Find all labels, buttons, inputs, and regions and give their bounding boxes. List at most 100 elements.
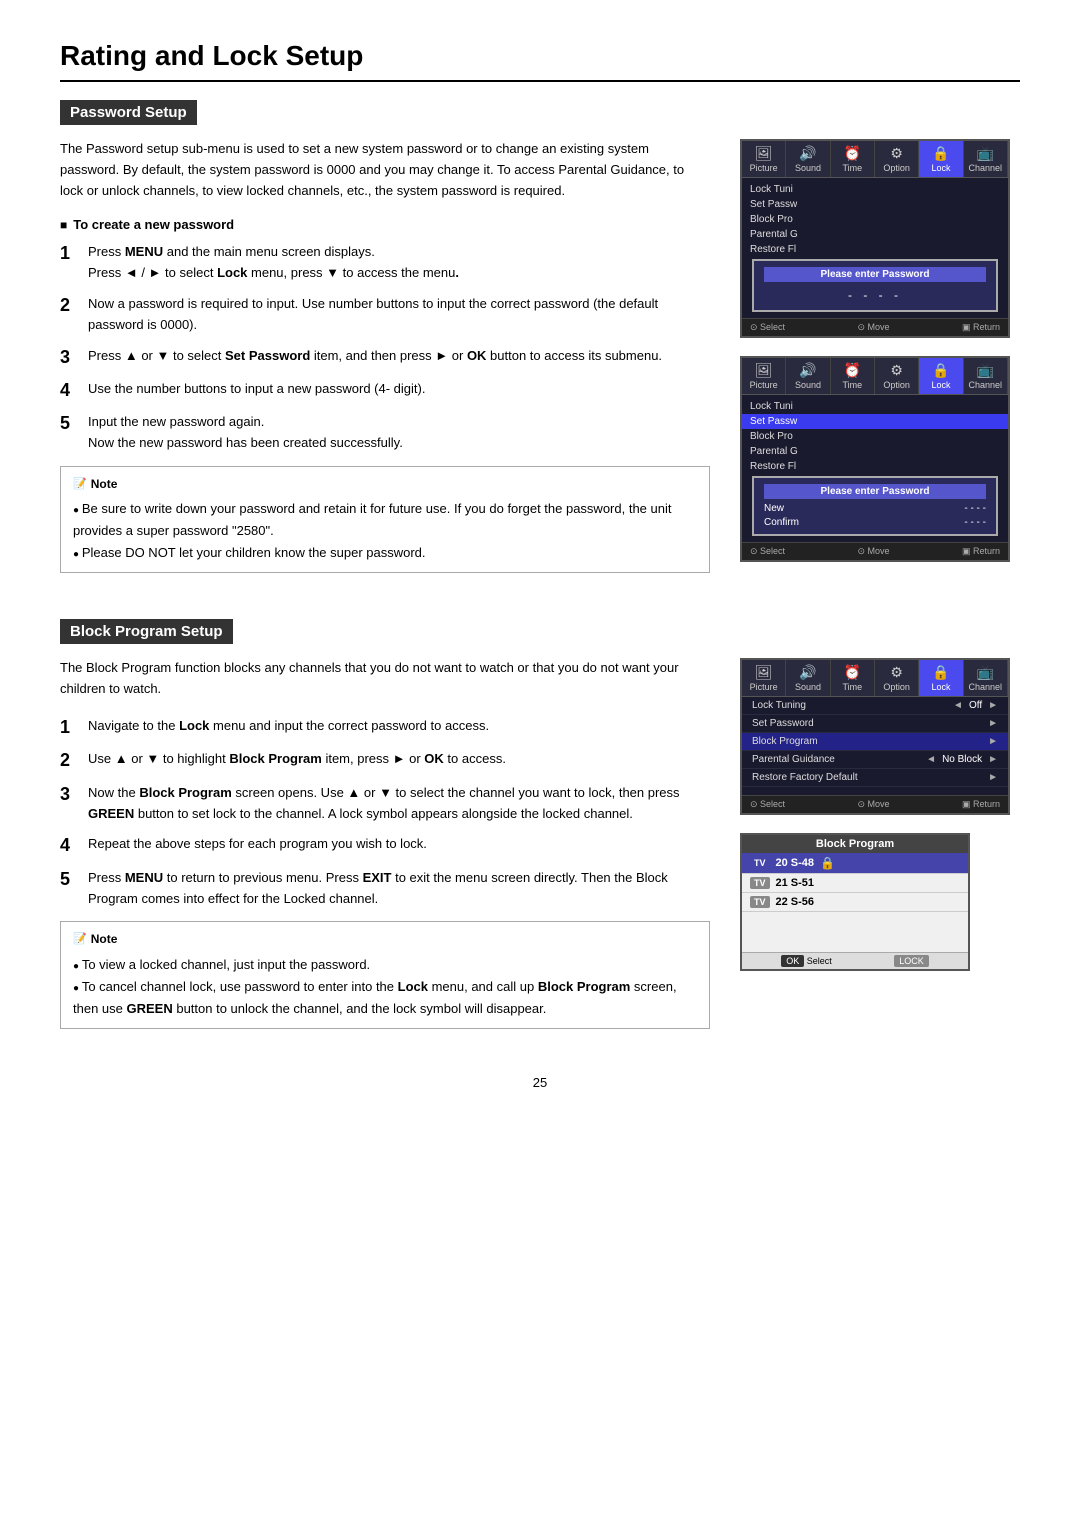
block-step-4-text: Repeat the above steps for each program … <box>88 834 710 857</box>
menu-sound-3: 🔊Sound <box>786 660 830 696</box>
step-5-num: 5 <box>60 412 78 454</box>
password-popup-2: Please enter Password New - - - - Confir… <box>752 476 998 536</box>
tv-bottom-3: ⊙ Select ⊙ Move ▣ Return <box>742 795 1008 813</box>
bp-tag-1: TV <box>750 857 770 869</box>
bottom-return-3: ▣ Return <box>962 799 1000 810</box>
tv-menu-bar-3: 🖼Picture 🔊Sound ⏰Time ⚙Option 🔒Lock 📺Cha… <box>742 660 1008 697</box>
lock-item-1-4: Parental G <box>742 227 1008 242</box>
lock-item-2-1: Lock Tuni <box>742 399 1008 414</box>
bottom-return-2: ▣ Return <box>962 546 1000 557</box>
bp-channel-screen: Block Program TV 20 S-48 🔒 TV 21 S-51 TV… <box>740 833 970 971</box>
popup-title-1: Please enter Password <box>764 267 986 282</box>
block-steps: 1 Navigate to the Lock menu and input th… <box>60 716 710 909</box>
menu-option-3: ⚙Option <box>875 660 919 696</box>
menu-picture-1: 🖼Picture <box>742 141 786 177</box>
step-1-num: 1 <box>60 242 78 284</box>
block-step-4: 4 Repeat the above steps for each progra… <box>60 834 710 857</box>
bp-screen-title: Block Program <box>742 835 968 853</box>
step-5-text: Input the new password again. Now the ne… <box>88 412 710 454</box>
block-step-3-num: 3 <box>60 783 78 825</box>
set-password-item: Set Password ► <box>742 715 1008 733</box>
step-3: 3 Press ▲ or ▼ to select Set Password it… <box>60 346 710 369</box>
menu-picture-2: 🖼Picture <box>742 358 786 394</box>
step-3-text: Press ▲ or ▼ to select Set Password item… <box>88 346 710 369</box>
password-steps: 1 Press MENU and the main menu screen di… <box>60 242 710 454</box>
block-note-title: Note <box>73 930 697 949</box>
bp-ok-btn[interactable]: OK Select <box>781 956 832 966</box>
menu-lock-2: 🔒Lock <box>919 358 963 394</box>
password-setup-title: Password Setup <box>60 100 197 125</box>
parental-guidance-item: Parental Guidance ◄ No Block ► <box>742 751 1008 769</box>
tv-menu-body-1: Lock Tuni Set Passw Block Pro Parental G… <box>742 178 1008 318</box>
menu-time-1: ⏰Time <box>831 141 875 177</box>
tv-menu-body-2: Lock Tuni Set Passw Block Pro Parental G… <box>742 395 1008 542</box>
block-step-5-num: 5 <box>60 868 78 910</box>
step-2: 2 Now a password is required to input. U… <box>60 294 710 336</box>
password-left-col: The Password setup sub-menu is used to s… <box>60 139 710 589</box>
bp-tag-2: TV <box>750 877 770 889</box>
lock-item-1-1: Lock Tuni <box>742 182 1008 197</box>
lock-item-2-2: Set Passw <box>742 414 1008 429</box>
block-step-2-text: Use ▲ or ▼ to highlight Block Program it… <box>88 749 710 772</box>
popup-confirm-label: Confirm <box>764 517 799 528</box>
tv-bottom-1: ⊙ Select ⊙ Move ▣ Return <box>742 318 1008 336</box>
block-note-item-2: To cancel channel lock, use password to … <box>73 976 697 1020</box>
menu-lock-1: 🔒Lock <box>919 141 963 177</box>
step-2-text: Now a password is required to input. Use… <box>88 294 710 336</box>
menu-lock-3: 🔒Lock <box>919 660 963 696</box>
bp-channel-row-1: TV 20 S-48 🔒 <box>742 853 968 874</box>
menu-picture-3: 🖼Picture <box>742 660 786 696</box>
lock-tuning-item: Lock Tuning ◄ Off ► <box>742 697 1008 715</box>
popup-confirm-dots: - - - - <box>964 517 986 528</box>
password-right-col: 🖼Picture 🔊Sound ⏰Time ⚙Option 🔒Lock 📺Cha… <box>740 139 1020 589</box>
password-setup-section: Password Setup The Password setup sub-me… <box>60 100 1020 589</box>
bottom-return-1: ▣ Return <box>962 322 1000 333</box>
step-4: 4 Use the number buttons to input a new … <box>60 379 710 402</box>
page-number: 25 <box>60 1075 1020 1090</box>
note-item-2: Please DO NOT let your children know the… <box>73 542 697 564</box>
block-step-5-text: Press MENU to return to previous menu. P… <box>88 868 710 910</box>
bp-channel-num-3: 22 S-56 <box>776 896 815 908</box>
tv-bottom-2: ⊙ Select ⊙ Move ▣ Return <box>742 542 1008 560</box>
menu-sound-1: 🔊Sound <box>786 141 830 177</box>
popup-title-2: Please enter Password <box>764 484 986 499</box>
block-right-col: 🖼Picture 🔊Sound ⏰Time ⚙Option 🔒Lock 📺Cha… <box>740 658 1020 1044</box>
step-4-text: Use the number buttons to input a new pa… <box>88 379 710 402</box>
create-password-title: To create a new password <box>60 217 710 232</box>
menu-channel-1: 📺Channel <box>964 141 1008 177</box>
tv-lock-screen: Lock Tuning ◄ Off ► Set Password ► Block… <box>742 697 1008 795</box>
block-program-title: Block Program Setup <box>60 619 233 644</box>
lock-item-2-5: Restore Fl <box>742 459 1008 474</box>
bottom-select-2: ⊙ Select <box>750 546 785 557</box>
block-intro: The Block Program function blocks any ch… <box>60 658 710 700</box>
lock-item-1-3: Block Pro <box>742 212 1008 227</box>
bp-channel-row-3: TV 22 S-56 <box>742 893 968 912</box>
restore-factory-item: Restore Factory Default ► <box>742 769 1008 787</box>
password-note-list: Be sure to write down your password and … <box>73 498 697 564</box>
block-program-section: Block Program Setup The Block Program fu… <box>60 619 1020 1044</box>
block-step-2-num: 2 <box>60 749 78 772</box>
bp-lock-btn[interactable]: LOCK <box>894 956 929 966</box>
lock-item-2-3: Block Pro <box>742 429 1008 444</box>
step-1-text: Press MENU and the main menu screen disp… <box>88 242 710 284</box>
popup-new-dots: - - - - <box>964 503 986 514</box>
step-4-num: 4 <box>60 379 78 402</box>
popup-confirm-row: Confirm - - - - <box>764 517 986 528</box>
bottom-move-3: ⊙ Move <box>857 799 889 810</box>
block-left-col: The Block Program function blocks any ch… <box>60 658 710 1044</box>
step-1: 1 Press MENU and the main menu screen di… <box>60 242 710 284</box>
bp-tag-3: TV <box>750 896 770 908</box>
note-item-1: Be sure to write down your password and … <box>73 498 697 542</box>
lock-symbol-1: 🔒 <box>820 856 835 870</box>
menu-time-2: ⏰Time <box>831 358 875 394</box>
menu-time-3: ⏰Time <box>831 660 875 696</box>
block-note-list: To view a locked channel, just input the… <box>73 954 697 1020</box>
lock-item-2-4: Parental G <box>742 444 1008 459</box>
bp-channel-row-2: TV 21 S-51 <box>742 874 968 893</box>
password-note: Note Be sure to write down your password… <box>60 466 710 573</box>
block-program-item: Block Program ► <box>742 733 1008 751</box>
block-note-item-1: To view a locked channel, just input the… <box>73 954 697 976</box>
tv-menu-bar-2: 🖼Picture 🔊Sound ⏰Time ⚙Option 🔒Lock 📺Cha… <box>742 358 1008 395</box>
bottom-select-1: ⊙ Select <box>750 322 785 333</box>
menu-option-2: ⚙Option <box>875 358 919 394</box>
